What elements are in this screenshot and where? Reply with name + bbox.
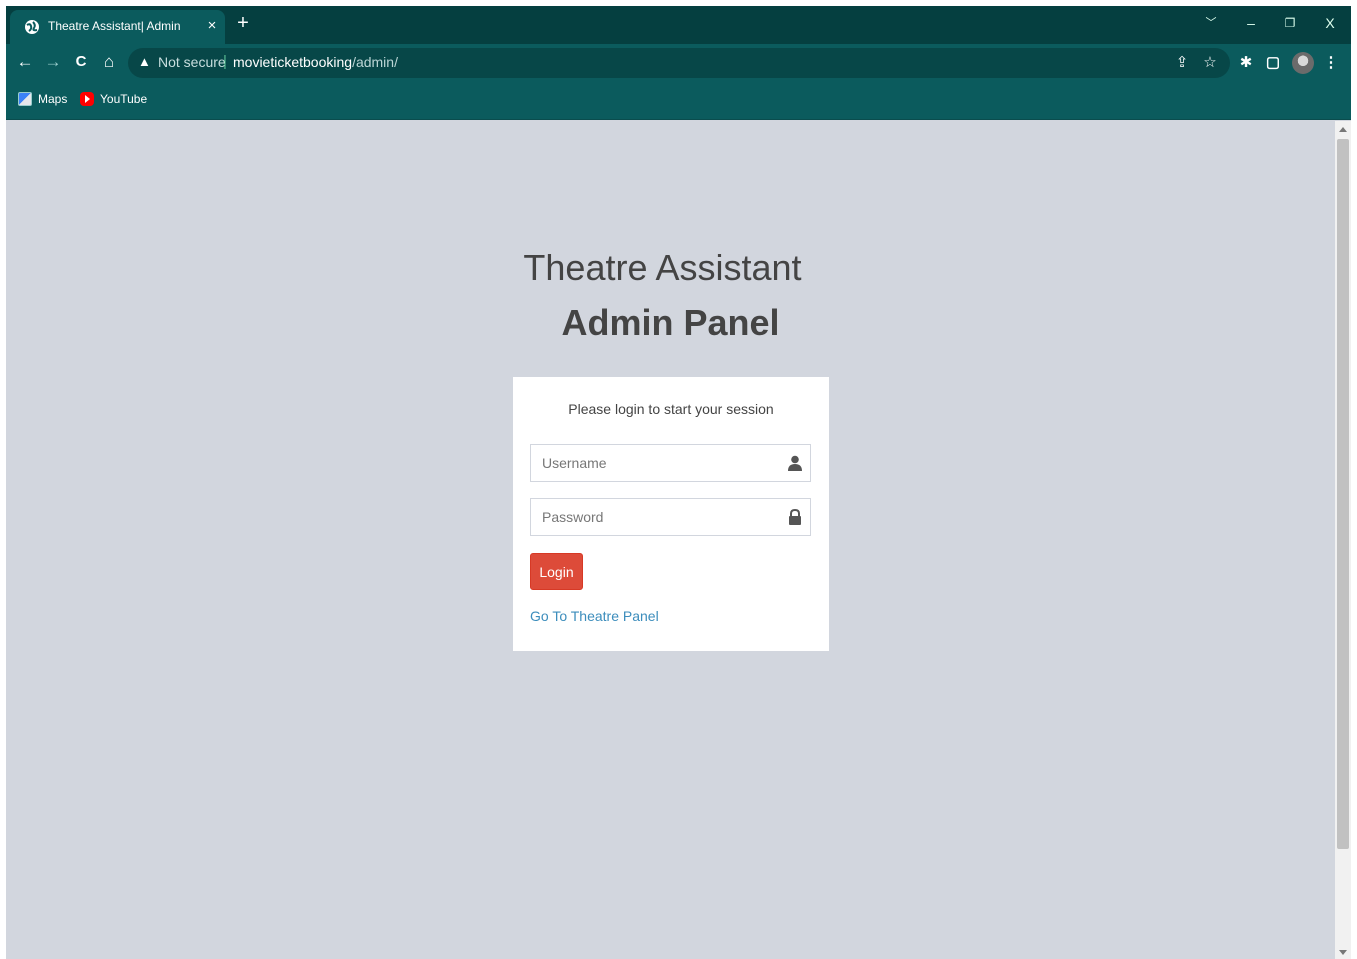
side-panel-icon[interactable]: ▢: [1263, 53, 1283, 73]
tab-active[interactable]: Theatre Assistant| Admin ×: [10, 10, 225, 44]
bookmark-star-icon[interactable]: ☆: [1200, 53, 1220, 73]
back-icon[interactable]: ←: [14, 52, 36, 74]
tab-search-icon[interactable]: ﹀: [1199, 12, 1223, 36]
browser-toolbar: ← → C ⌂ ▲ Not secure | movieticketbookin…: [6, 44, 1351, 82]
password-input[interactable]: [531, 499, 810, 535]
user-icon: [788, 455, 802, 471]
close-window-button[interactable]: X: [1318, 12, 1342, 36]
go-to-theatre-panel-link[interactable]: Go To Theatre Panel: [530, 608, 659, 624]
bookmark-youtube[interactable]: YouTube: [80, 92, 147, 110]
home-icon[interactable]: ⌂: [98, 52, 120, 74]
restore-button[interactable]: ❐: [1278, 12, 1302, 36]
reload-icon[interactable]: C: [70, 52, 92, 74]
bookmarks-bar: Maps YouTube: [6, 82, 1351, 120]
scroll-down-icon[interactable]: [1339, 950, 1347, 955]
lock-icon: [789, 509, 801, 525]
username-field[interactable]: [530, 444, 811, 482]
url-separator: |: [223, 53, 227, 70]
extensions-icon[interactable]: ✱: [1236, 53, 1256, 73]
minimize-button[interactable]: –: [1239, 12, 1263, 36]
login-box: Please login to start your session Login…: [513, 377, 829, 651]
login-box-message: Please login to start your session: [568, 401, 774, 417]
page-content: Theatre Assistant Admin Panel Please log…: [6, 121, 1335, 959]
username-input[interactable]: [531, 445, 810, 481]
bookmark-label: YouTube: [100, 92, 148, 106]
logo-subtitle: Admin Panel: [561, 302, 780, 343]
warning-icon[interactable]: ▲: [138, 54, 151, 69]
maps-icon: [18, 92, 32, 106]
globe-icon: [25, 20, 39, 34]
password-field[interactable]: [530, 498, 811, 536]
close-tab-icon[interactable]: ×: [204, 17, 220, 34]
bookmark-label: Maps: [38, 92, 68, 106]
browser-window: Theatre Assistant| Admin × + ﹀ – ❐ X ← →…: [6, 6, 1351, 959]
vertical-scrollbar[interactable]: [1335, 121, 1351, 959]
scroll-up-icon[interactable]: [1339, 127, 1347, 132]
scrollbar-thumb[interactable]: [1337, 139, 1349, 849]
bookmark-maps[interactable]: Maps: [18, 92, 67, 110]
share-icon[interactable]: ⇪: [1172, 53, 1192, 73]
login-button[interactable]: Login: [530, 553, 583, 590]
tab-strip: Theatre Assistant| Admin × + ﹀ – ❐ X: [6, 6, 1351, 44]
tab-title: Theatre Assistant| Admin: [48, 19, 181, 33]
logo-title: Theatre Assistant: [523, 247, 802, 288]
forward-icon[interactable]: →: [42, 52, 64, 74]
profile-avatar[interactable]: [1292, 52, 1314, 74]
url-host: movieticketbooking: [233, 54, 353, 70]
url-path: /admin/: [352, 54, 398, 70]
address-bar[interactable]: ▲ Not secure | movieticketbooking/admin/…: [128, 48, 1230, 78]
url-text[interactable]: movieticketbooking/admin/: [233, 54, 398, 70]
security-label[interactable]: Not secure: [158, 54, 226, 70]
menu-icon[interactable]: ⋮: [1321, 53, 1341, 73]
youtube-icon: [80, 92, 94, 106]
new-tab-button[interactable]: +: [232, 12, 254, 36]
